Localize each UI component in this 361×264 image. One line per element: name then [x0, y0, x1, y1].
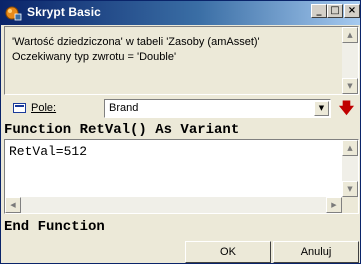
- script-app-icon: [5, 6, 22, 21]
- scroll-down-icon[interactable]: ▼: [342, 181, 358, 197]
- scroll-up-icon[interactable]: ▲: [342, 140, 358, 156]
- field-select[interactable]: Brand ▼: [104, 99, 331, 118]
- minimize-button[interactable]: _: [311, 4, 327, 18]
- chevron-down-icon[interactable]: ▼: [314, 101, 329, 116]
- script-dialog: Skrypt Basic _ □ × 'Wartość dziedziczona…: [0, 0, 361, 264]
- field-label: Pole:: [31, 102, 57, 114]
- description-line-1: 'Wartość dziedziczona' w tabeli 'Zasoby …: [12, 36, 260, 48]
- editor-vertical-scrollbar[interactable]: ▲ ▼: [342, 140, 358, 197]
- description-scrollbar[interactable]: ▲ ▼: [342, 27, 358, 94]
- description-text: 'Wartość dziedziczona' w tabeli 'Zasoby …: [12, 35, 337, 65]
- insert-field-button[interactable]: 🡇: [334, 98, 359, 119]
- field-select-value: Brand: [109, 102, 139, 114]
- maximize-button[interactable]: □: [327, 4, 343, 18]
- ok-button[interactable]: OK: [185, 241, 271, 263]
- field-list-icon: [13, 103, 26, 113]
- cancel-button[interactable]: Anuluj: [273, 241, 359, 263]
- function-footer: End Function: [4, 219, 105, 235]
- scroll-left-icon[interactable]: ◀: [5, 197, 21, 213]
- editor-horizontal-scrollbar[interactable]: ◀ ▶: [5, 197, 342, 213]
- title-bar[interactable]: Skrypt Basic _ □ ×: [1, 1, 360, 25]
- description-box[interactable]: 'Wartość dziedziczona' w tabeli 'Zasoby …: [4, 26, 359, 95]
- red-down-arrow-icon: 🡇: [338, 99, 355, 117]
- scrollbar-corner: [342, 197, 358, 213]
- scroll-down-icon[interactable]: ▼: [342, 78, 358, 94]
- scroll-up-icon[interactable]: ▲: [342, 27, 358, 43]
- function-header: Function RetVal() As Variant: [4, 122, 240, 138]
- description-line-2: Oczekiwany typ zwrotu = 'Double': [12, 51, 177, 63]
- scroll-right-icon[interactable]: ▶: [326, 197, 342, 213]
- code-body[interactable]: RetVal=512: [9, 144, 87, 159]
- window-title: Skrypt Basic: [27, 5, 101, 19]
- close-button[interactable]: ×: [344, 4, 360, 18]
- code-editor[interactable]: RetVal=512 ▲ ▼ ◀ ▶: [4, 139, 359, 214]
